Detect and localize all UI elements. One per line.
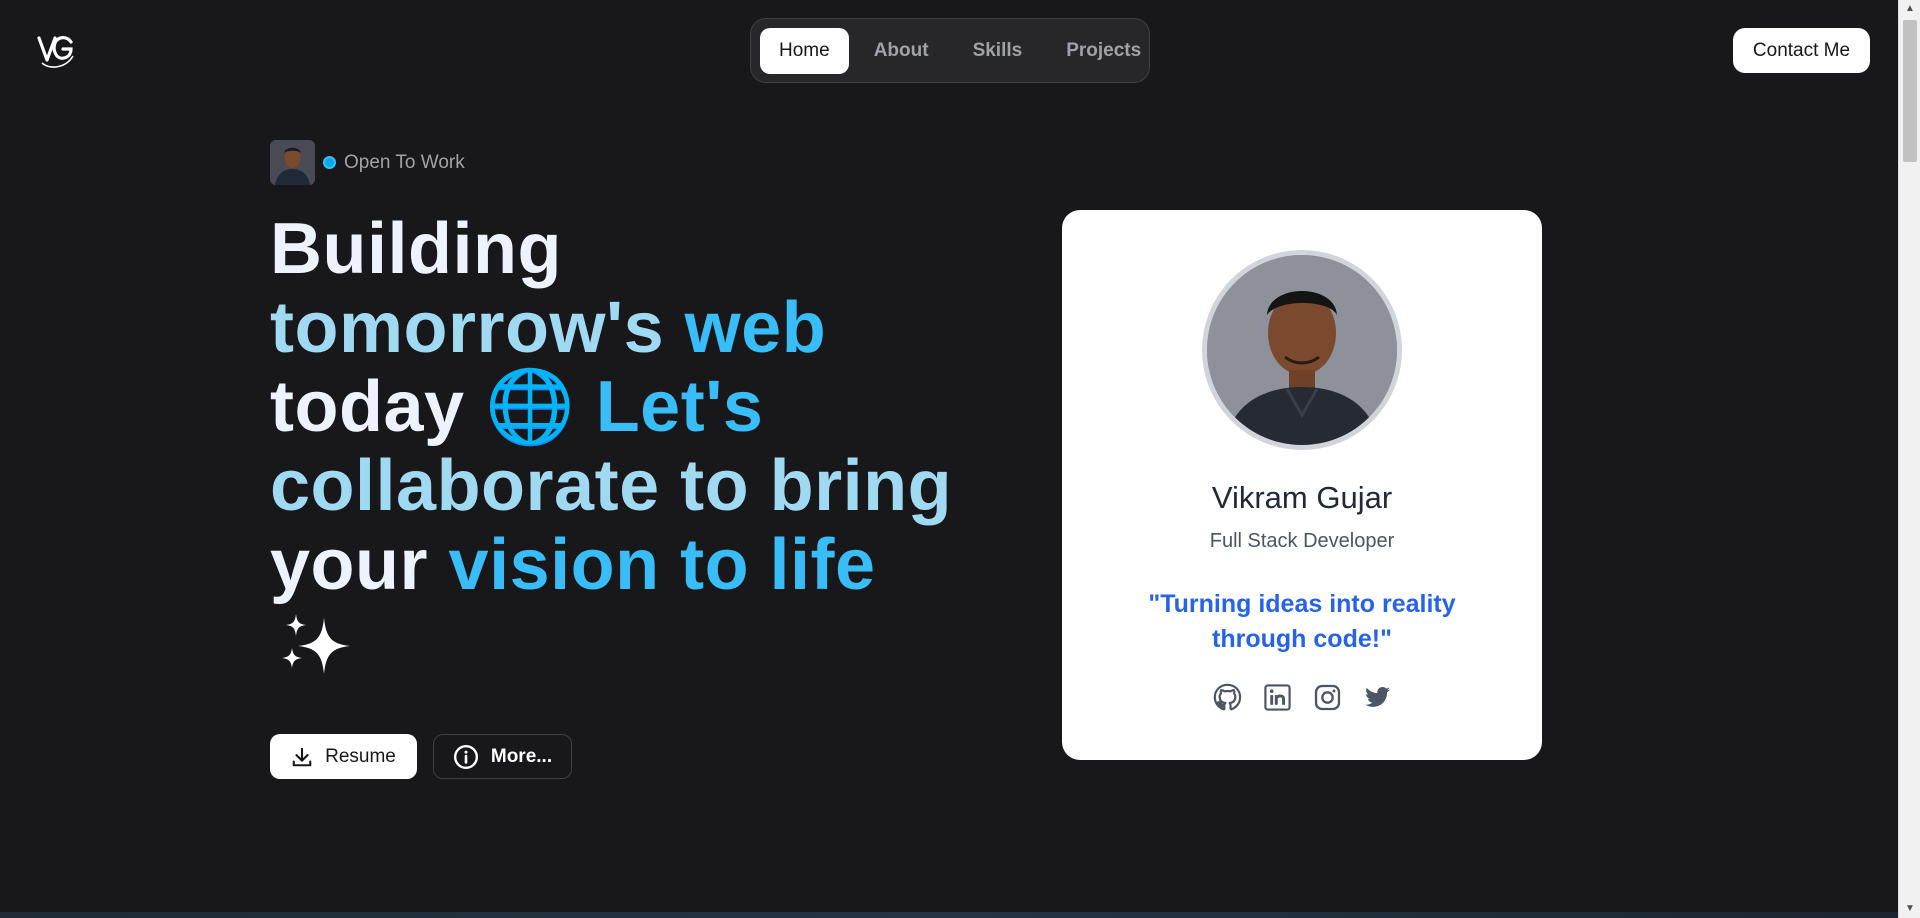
download-icon bbox=[292, 747, 312, 766]
profile-name: Vikram Gujar bbox=[1211, 480, 1393, 515]
small-avatar bbox=[270, 140, 315, 185]
page-scrollbar[interactable]: ▲ ▼ bbox=[1898, 0, 1920, 918]
instagram-icon[interactable] bbox=[1313, 683, 1342, 712]
nav-projects[interactable]: Projects bbox=[1047, 28, 1160, 74]
nav-skills[interactable]: Skills bbox=[954, 28, 1042, 74]
headline-text: your bbox=[270, 525, 449, 605]
headline-line: Building bbox=[270, 210, 970, 289]
headline-line: tomorrow's web bbox=[270, 289, 970, 368]
github-icon[interactable] bbox=[1213, 683, 1242, 712]
status-label: Open To Work bbox=[344, 151, 465, 173]
headline-text: web bbox=[664, 288, 827, 368]
headline-text: tomorrow's bbox=[270, 288, 665, 368]
nav-about[interactable]: About bbox=[855, 28, 948, 74]
nav-home[interactable]: Home bbox=[760, 27, 849, 74]
headline-text: vision to life bbox=[448, 525, 876, 605]
status-dot bbox=[323, 156, 336, 169]
vg-logo[interactable] bbox=[36, 30, 76, 70]
profile-role: Full Stack Developer bbox=[1209, 530, 1395, 552]
headline-text: Let's bbox=[575, 367, 764, 447]
headline-line: collaborate to bring bbox=[270, 447, 970, 526]
profile-photo bbox=[1202, 250, 1402, 450]
scroll-up-icon[interactable]: ▲ bbox=[1899, 0, 1920, 18]
main-nav: Home About Skills Projects bbox=[750, 18, 1150, 83]
headline-text: today bbox=[270, 367, 486, 447]
scroll-down-icon[interactable]: ▼ bbox=[1899, 900, 1920, 918]
headline-line: today 🌐 Let's bbox=[270, 368, 970, 447]
profile-card: Vikram Gujar Full Stack Developer "Turni… bbox=[1062, 210, 1542, 760]
sparkle-line: ✨ bbox=[270, 605, 970, 684]
next-section-edge bbox=[0, 912, 1898, 918]
resume-label: Resume bbox=[325, 745, 396, 767]
contact-me-button[interactable]: Contact Me bbox=[1733, 28, 1870, 73]
headline-text: Building bbox=[270, 209, 562, 289]
headline-text: collaborate to bring bbox=[270, 446, 953, 526]
globe-icon: 🌐 bbox=[485, 367, 576, 447]
hero-headline: Building tomorrow's web today 🌐 Let's co… bbox=[270, 210, 970, 684]
more-label: More... bbox=[490, 745, 553, 767]
profile-quote: "Turning ideas into reality through code… bbox=[1148, 590, 1456, 653]
resume-button[interactable]: Resume bbox=[270, 734, 417, 779]
scroll-thumb[interactable] bbox=[1903, 20, 1917, 162]
linkedin-icon[interactable] bbox=[1263, 683, 1292, 712]
social-links bbox=[1213, 683, 1392, 712]
open-to-work-status: Open To Work bbox=[270, 140, 465, 185]
sparkles-icon bbox=[282, 613, 350, 674]
twitter-icon[interactable] bbox=[1363, 683, 1392, 712]
info-icon bbox=[453, 744, 478, 769]
headline-line: your vision to life bbox=[270, 526, 970, 605]
hero-actions: Resume More... bbox=[270, 734, 572, 779]
more-button[interactable]: More... bbox=[433, 734, 572, 779]
